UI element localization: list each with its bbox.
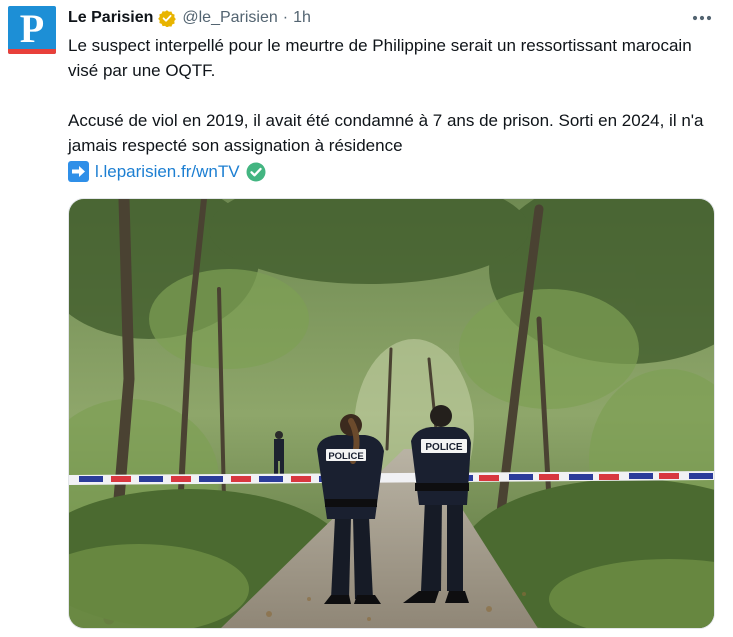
- avatar-letter: P: [19, 6, 45, 51]
- header-separator: ·: [282, 9, 289, 26]
- police-label-1: POLICE: [328, 451, 363, 462]
- author-avatar[interactable]: P: [8, 6, 56, 54]
- tweet-time[interactable]: 1h: [293, 9, 311, 27]
- right-arrow-emoji-icon: [68, 161, 89, 182]
- tweet-paragraph-2: Accusé de viol en 2019, il avait été con…: [68, 111, 704, 155]
- author-handle[interactable]: @le_Parisien: [182, 9, 277, 27]
- verified-badge-icon[interactable]: [158, 9, 177, 27]
- more-options-icon[interactable]: [688, 7, 716, 29]
- tweet-text: Le suspect interpellé pour le meurtre de…: [68, 33, 718, 185]
- tweet-link-line: l.leparisien.fr/wnTV: [68, 158, 718, 185]
- tweet-photo[interactable]: POLICE POLICE: [68, 198, 715, 629]
- author-name[interactable]: Le Parisien: [68, 9, 153, 27]
- police-label-2: POLICE: [425, 442, 463, 453]
- avatar-stripe: [8, 49, 56, 54]
- check-mark-emoji-icon: [246, 162, 266, 182]
- tweet-header: Le Parisien @le_Parisien · 1h: [68, 7, 311, 29]
- article-link[interactable]: l.leparisien.fr/wnTV: [95, 159, 240, 184]
- tweet-paragraph-1: Le suspect interpellé pour le meurtre de…: [68, 36, 692, 80]
